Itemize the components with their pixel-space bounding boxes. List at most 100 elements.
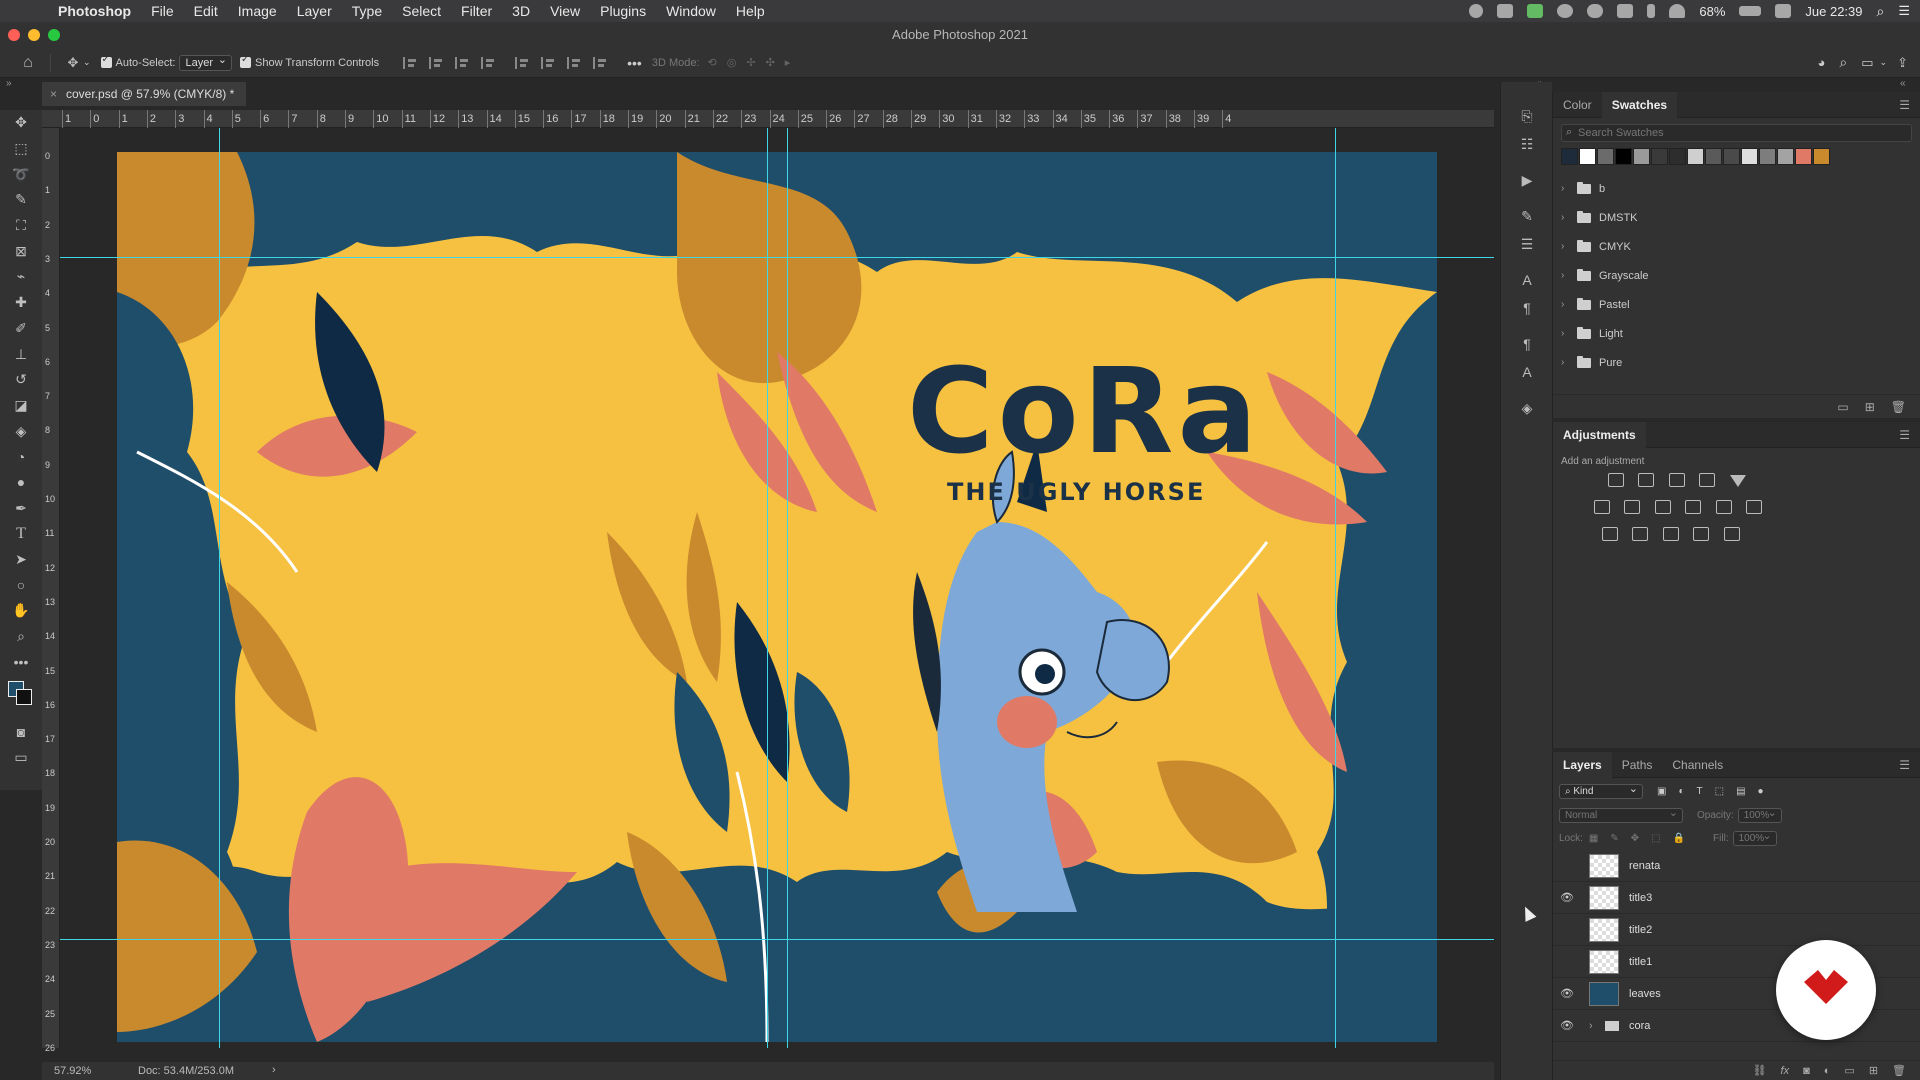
add-mask-icon[interactable]: ◙ <box>1803 1065 1810 1077</box>
paragraph-styles-icon[interactable]: ¶ <box>1501 330 1553 358</box>
menu-layer[interactable]: Layer <box>287 3 342 19</box>
chevron-right-icon[interactable]: › <box>1561 241 1575 252</box>
swatch-group-row[interactable]: › Grayscale <box>1553 261 1920 290</box>
quick-mask-icon[interactable]: ◙ <box>0 719 42 745</box>
type-tool-icon[interactable]: T <box>0 521 42 547</box>
align-bottom-icon[interactable] <box>567 56 582 69</box>
wifi-icon[interactable] <box>1669 4 1686 18</box>
clock[interactable]: Jue 22:39 <box>1805 4 1862 19</box>
crop-tool-icon[interactable]: ⛶ <box>0 213 42 239</box>
channel-mixer-icon[interactable] <box>1715 500 1732 514</box>
guide-vertical-4[interactable] <box>1335 128 1336 1048</box>
keyboard-icon[interactable] <box>1775 4 1792 18</box>
swatch-group-row[interactable]: › b <box>1553 174 1920 203</box>
green-app-icon[interactable] <box>1527 4 1544 18</box>
clone-stamp-tool-icon[interactable]: ⊥ <box>0 341 42 367</box>
zoom-level[interactable]: 57.92% <box>54 1065 91 1077</box>
black-white-icon[interactable] <box>1654 500 1671 514</box>
posterize-icon[interactable] <box>1632 527 1649 541</box>
path-select-tool-icon[interactable]: ➤ <box>0 547 42 573</box>
menu-window[interactable]: Window <box>656 3 726 19</box>
menu-edit[interactable]: Edit <box>184 3 228 19</box>
zoom-tool-icon[interactable]: ⌕ <box>0 624 42 650</box>
hand-tool-icon[interactable]: ✋ <box>0 598 42 624</box>
swatch-chip[interactable] <box>1597 148 1614 165</box>
transform-controls-checkbox[interactable] <box>240 54 251 68</box>
hue-saturation-icon[interactable] <box>1594 500 1610 514</box>
dodge-tool-icon[interactable]: ● <box>0 470 42 496</box>
auto-select-dropdown[interactable]: Layer <box>179 53 232 71</box>
brush-tool-icon[interactable]: ✐ <box>0 316 42 342</box>
align-left-icon[interactable] <box>403 56 418 69</box>
photo-filter-icon[interactable] <box>1685 500 1702 514</box>
tab-layers[interactable]: Layers <box>1553 751 1612 778</box>
workspace-icon[interactable]: ▭ <box>1861 55 1873 71</box>
preset-chevron-icon[interactable]: ⌄ <box>83 57 91 68</box>
blur-tool-icon[interactable]: ◔ <box>0 444 42 470</box>
share-icon[interactable]: ⇪ <box>1897 55 1908 71</box>
menu-select[interactable]: Select <box>392 3 451 19</box>
auto-select-checkbox[interactable] <box>100 54 112 68</box>
spotlight-icon[interactable]: ⌕ <box>1877 3 1885 20</box>
swatch-chip[interactable] <box>1741 148 1758 165</box>
apple-menu-icon[interactable] <box>20 3 34 19</box>
panel-menu-icon[interactable]: ☰ <box>1899 98 1910 112</box>
swatch-search[interactable]: ⌕ <box>1561 124 1912 142</box>
menu-help[interactable]: Help <box>726 3 775 19</box>
selective-color-icon[interactable] <box>1693 527 1710 541</box>
swatch-chip[interactable] <box>1705 148 1722 165</box>
menu-3d[interactable]: 3D <box>502 3 540 19</box>
quick-select-tool-icon[interactable]: ✎ <box>0 187 42 213</box>
screen-mode-icon[interactable]: ▭ <box>0 745 42 771</box>
background-color-swatch[interactable] <box>16 689 32 706</box>
menu-view[interactable]: View <box>540 3 590 19</box>
vibrance-icon[interactable] <box>1729 475 1746 487</box>
swatch-chip[interactable] <box>1795 148 1812 165</box>
history-brush-tool-icon[interactable]: ↺ <box>0 367 42 393</box>
align-top-icon[interactable] <box>515 56 530 69</box>
layer-thumbnail[interactable] <box>1589 949 1619 974</box>
swatch-chip[interactable] <box>1669 148 1686 165</box>
filter-adjustment-icon[interactable]: ◐ <box>1678 786 1684 797</box>
paragraph-panel-icon[interactable]: ¶ <box>1501 294 1553 322</box>
ellipse-tool-icon[interactable]: ○ <box>0 572 42 598</box>
menu-app[interactable]: Photoshop <box>48 3 141 19</box>
exposure-icon[interactable] <box>1699 473 1716 487</box>
collapse-panels-icon[interactable]: « <box>1900 78 1906 89</box>
filter-pixel-icon[interactable]: ▣ <box>1657 786 1666 797</box>
layer-row[interactable]: 👁 title3 <box>1553 882 1920 914</box>
horizontal-ruler[interactable]: 1 0 1 2 3 4 5 6 7 8 9 10 11 12 13 14 15 16 17 18 19 20 21 22 23 2… <box>42 110 1494 128</box>
swatch-group-row[interactable]: › Light <box>1553 319 1920 348</box>
guide-vertical-2[interactable] <box>767 128 768 1048</box>
align-center-h-icon[interactable] <box>429 56 444 69</box>
lasso-tool-icon[interactable]: ➰ <box>0 161 42 187</box>
move-tool-preset-icon[interactable]: ✥ <box>63 53 83 73</box>
fill-field[interactable]: 100% <box>1732 829 1777 846</box>
healing-brush-tool-icon[interactable]: ✚ <box>0 290 42 316</box>
delete-swatch-icon[interactable]: 🗑 <box>1891 400 1906 414</box>
lock-image-icon[interactable]: ✎ <box>1610 833 1618 844</box>
brush-settings-panel-icon[interactable]: ☰ <box>1501 230 1553 258</box>
eyedropper-tool-icon[interactable]: ⌁ <box>0 264 42 290</box>
layer-thumbnail[interactable] <box>1589 885 1619 910</box>
properties-panel-icon[interactable]: ☷ <box>1501 130 1553 158</box>
gradient-map-icon[interactable] <box>1723 527 1740 541</box>
lock-all-icon[interactable]: 🔒 <box>1673 833 1685 844</box>
lock-position-icon[interactable]: ✥ <box>1631 833 1639 844</box>
swatch-chip[interactable] <box>1651 148 1668 165</box>
tab-color[interactable]: Color <box>1553 92 1602 118</box>
visibility-eye-icon[interactable]: 👁 <box>1553 891 1581 904</box>
artwork-canvas[interactable]: CoRa THE UGLY HORSE <box>117 152 1437 1042</box>
guide-vertical-3[interactable] <box>787 128 788 1048</box>
layer-thumbnail[interactable] <box>1589 981 1619 1006</box>
creative-cloud-icon[interactable] <box>1557 4 1574 18</box>
filter-smart-object-icon[interactable]: ▤ <box>1736 786 1745 797</box>
group-chevron-icon[interactable]: › <box>1589 1020 1603 1032</box>
menu-type[interactable]: Type <box>342 3 392 19</box>
tab-swatches[interactable]: Swatches <box>1601 91 1678 118</box>
swatch-chip[interactable] <box>1723 148 1740 165</box>
close-tab-icon[interactable]: × <box>50 82 57 106</box>
pen-tool-icon[interactable]: ✒ <box>0 495 42 521</box>
layer-row[interactable]: renata <box>1553 850 1920 882</box>
swatch-group-row[interactable]: › DMSTK <box>1553 203 1920 232</box>
